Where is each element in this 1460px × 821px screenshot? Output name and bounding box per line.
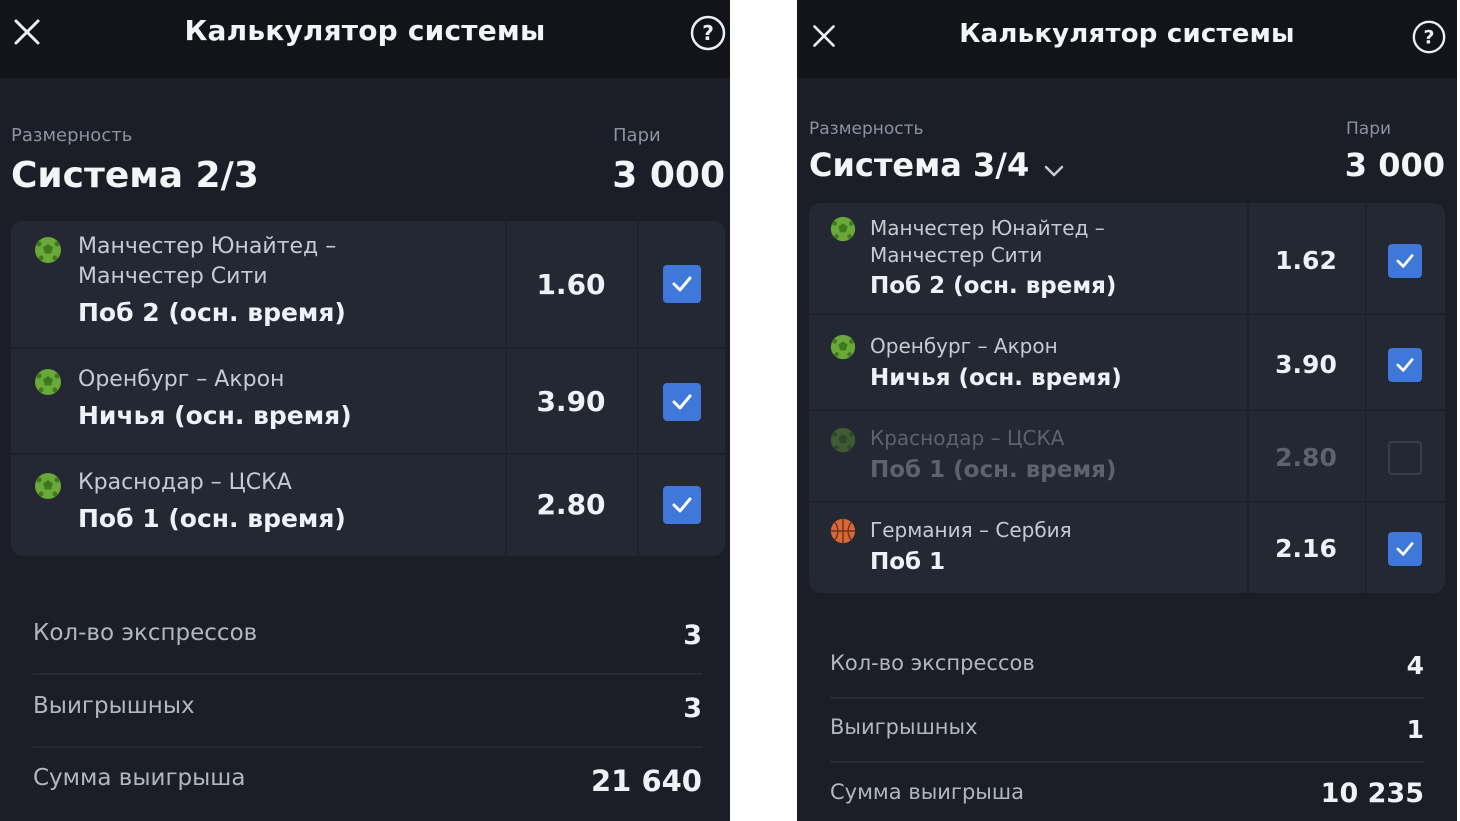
express-count-value: 3 [683, 620, 702, 651]
bet-row: Краснодар – ЦСКА Поб 1 (осн. время) 2.80 [11, 455, 725, 556]
bet-checkbox[interactable] [663, 486, 701, 524]
divider [33, 746, 702, 748]
match-name-line1: Манчестер Юнайтед – [870, 216, 1105, 240]
bet-market: Поб 2 (осн. время) [870, 273, 1117, 299]
bet-checkbox[interactable] [1388, 532, 1422, 566]
divider [33, 673, 702, 675]
match-name-line2: Манчестер Сити [870, 243, 1043, 267]
bet-market: Поб 1 (осн. время) [870, 457, 1117, 483]
winning-count-value: 3 [683, 693, 702, 724]
system-size-label: Размерность [809, 119, 924, 139]
stake-value[interactable]: 3 000 [1297, 146, 1445, 184]
bet-coefficient: 3.90 [1275, 350, 1337, 379]
system-value: Система 3/4 [809, 146, 1030, 184]
stake-value[interactable]: 3 000 [560, 155, 725, 196]
system-selector[interactable]: Система 2/3 [11, 155, 259, 196]
winning-count-label: Выигрышных [830, 715, 978, 739]
bet-market: Поб 1 (осн. время) [78, 504, 346, 533]
basketball-icon [829, 517, 857, 549]
help-icon[interactable]: ? [689, 14, 727, 52]
football-icon [829, 333, 857, 365]
bet-checkbox[interactable] [1388, 244, 1422, 278]
divider [830, 697, 1424, 699]
system-selector[interactable]: Система 3/4 [809, 146, 1065, 186]
svg-text:?: ? [1424, 27, 1435, 49]
match-name-line1: Оренбург – Акрон [870, 334, 1058, 358]
express-count-label: Кол-во экспрессов [830, 651, 1035, 675]
svg-text:?: ? [702, 21, 714, 45]
express-count-label: Кол-во экспрессов [33, 620, 258, 646]
bets-card: Манчестер Юнайтед – Манчестер Сити Поб 2… [11, 221, 725, 556]
header-bar: Калькулятор системы ? [797, 0, 1457, 78]
win-amount-label: Сумма выигрыша [830, 780, 1024, 804]
football-icon [829, 215, 857, 247]
bet-coefficient: 2.16 [1275, 534, 1337, 563]
stake-label: Пари [1346, 119, 1392, 139]
bet-coefficient: 1.62 [1275, 246, 1337, 275]
bet-market: Ничья (осн. время) [870, 365, 1122, 391]
header-bar: Калькулятор системы ? [0, 0, 730, 78]
bet-coefficient: 2.80 [1275, 443, 1337, 472]
bet-row: Манчестер Юнайтед – Манчестер Сити Поб 2… [11, 221, 725, 347]
win-amount-value: 10 235 [1320, 778, 1424, 809]
bet-row: Манчестер Юнайтед – Манчестер Сити Поб 2… [809, 203, 1445, 313]
match-name-line1: Краснодар – ЦСКА [870, 426, 1065, 450]
calculator-panel-left: Калькулятор системы ? Размерность Систем… [0, 0, 730, 821]
help-icon[interactable]: ? [1411, 19, 1447, 55]
bet-coefficient: 2.80 [536, 488, 606, 521]
bet-checkbox[interactable] [663, 265, 701, 303]
winning-count-value: 1 [1406, 715, 1424, 744]
winning-count-label: Выигрышных [33, 693, 195, 719]
football-icon [829, 426, 857, 458]
bet-checkbox[interactable] [663, 383, 701, 421]
calculator-panel-right: Калькулятор системы ? Размерность Систем… [797, 0, 1457, 821]
bet-row: Германия – Сербия Поб 1 2.16 [809, 503, 1445, 593]
divider [830, 761, 1424, 763]
bet-row: Краснодар – ЦСКА Поб 1 (осн. время) 2.80 [809, 411, 1445, 501]
bet-row: Оренбург – Акрон Ничья (осн. время) 3.90 [11, 349, 725, 453]
football-icon [33, 235, 63, 269]
bet-coefficient: 1.60 [536, 268, 606, 301]
win-amount-value: 21 640 [591, 764, 702, 798]
match-name-line1: Германия – Сербия [870, 518, 1072, 542]
match-name-line1: Оренбург – Акрон [78, 367, 285, 392]
express-count-value: 4 [1406, 651, 1424, 680]
match-name-line1: Манчестер Юнайтед – [78, 234, 337, 259]
bet-row: Оренбург – Акрон Ничья (осн. время) 3.90 [809, 315, 1445, 409]
bet-checkbox[interactable] [1388, 441, 1422, 475]
win-amount-label: Сумма выигрыша [33, 765, 246, 791]
football-icon [33, 471, 63, 505]
page-title: Калькулятор системы [184, 14, 546, 47]
chevron-down-icon [1043, 148, 1065, 186]
bet-market: Поб 2 (осн. время) [78, 298, 346, 327]
bets-card: Манчестер Юнайтед – Манчестер Сити Поб 2… [809, 203, 1445, 593]
stake-label: Пари [613, 125, 661, 146]
bet-coefficient: 3.90 [536, 385, 606, 418]
football-icon [33, 367, 63, 401]
system-size-label: Размерность [11, 125, 133, 146]
page-title: Калькулятор системы [959, 19, 1295, 49]
bet-market: Ничья (осн. время) [78, 401, 352, 430]
bet-checkbox[interactable] [1388, 348, 1422, 382]
match-name-line1: Краснодар – ЦСКА [78, 470, 292, 495]
bet-market: Поб 1 [870, 549, 946, 575]
match-name-line2: Манчестер Сити [78, 264, 268, 289]
